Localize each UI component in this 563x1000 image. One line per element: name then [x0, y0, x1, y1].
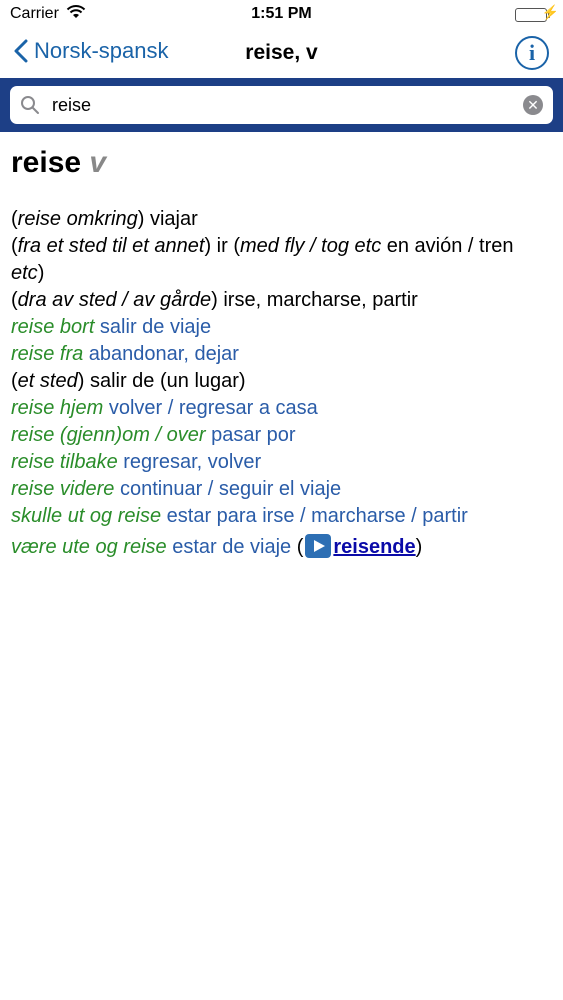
sense-line: (reise omkring) viajar: [11, 206, 552, 233]
sense-line: (et sted) salir de (un lugar): [11, 368, 552, 395]
sense-context: dra av sted / av gårde: [17, 289, 212, 311]
paren-open: (: [11, 289, 18, 311]
paren-open: (: [11, 208, 18, 230]
phrase-norwegian: reise tilbake: [11, 451, 118, 473]
charging-bolt-icon: ⚡: [541, 4, 559, 20]
phrase-spanish: volver / regresar a casa: [103, 397, 318, 419]
sense-translation: ir (: [211, 235, 241, 257]
phrase-norwegian: reise hjem: [11, 397, 104, 419]
paren-open: (: [11, 235, 18, 257]
entry-body: (reise omkring) viajar (fra et sted til …: [11, 206, 552, 561]
phrase-norwegian: skulle ut og reise: [11, 505, 162, 527]
navigation-bar: Norsk-spansk reise, v i: [0, 30, 563, 78]
paren-open: (: [291, 536, 304, 558]
phrase-norwegian: reise (gjenn)om / over: [11, 424, 206, 446]
sense-translation: en avión / tren: [381, 235, 514, 257]
phrase-spanish: regresar, volver: [117, 451, 262, 473]
clear-search-button[interactable]: ✕: [523, 95, 543, 115]
phrase-norwegian: være ute og reise: [11, 536, 167, 558]
sense-context: et sted: [17, 370, 78, 392]
phrase-line: være ute og reise estar de viaje ( reisen…: [11, 534, 552, 561]
sense-context: reise omkring: [17, 208, 138, 230]
headword: reise v: [11, 146, 552, 180]
phrase-spanish: salir de viaje: [94, 316, 212, 338]
phrase-norwegian: reise videre: [11, 478, 115, 500]
sense-line: (dra av sted / av gårde) irse, marcharse…: [11, 287, 552, 314]
part-of-speech: v: [89, 146, 107, 179]
cross-reference-link[interactable]: reisende: [333, 536, 415, 558]
dictionary-entry: reise v (reise omkring) viajar (fra et s…: [0, 132, 563, 561]
phrase-line: reise hjem volver / regresar a casa: [11, 395, 552, 422]
phrase-line: reise fra abandonar, dejar: [11, 341, 552, 368]
search-input[interactable]: [50, 93, 494, 117]
sense-line: (fra et sted til et annet) ir (med fly /…: [11, 233, 552, 287]
info-icon: i: [528, 40, 536, 65]
paren-close: ): [211, 289, 218, 311]
phrase-line: skulle ut og reise estar para irse / mar…: [11, 503, 552, 530]
phrase-spanish: pasar por: [205, 424, 296, 446]
paren-close: ): [415, 536, 423, 558]
headword-text: reise: [11, 146, 82, 179]
phrase-norwegian: reise bort: [11, 316, 95, 338]
phrase-line: reise (gjenn)om / over pasar por: [11, 422, 552, 449]
phrase-spanish: estar para irse / marcharse / partir: [161, 505, 468, 527]
phrase-line: reise videre continuar / seguir el viaje: [11, 476, 552, 503]
phrase-line: reise bort salir de viaje: [11, 314, 552, 341]
paren-open: (: [11, 370, 18, 392]
status-bar: Carrier 1:51 PM ⚡: [0, 0, 563, 30]
sense-context: etc: [11, 262, 38, 284]
page-title: reise, v: [245, 41, 318, 64]
search-field: ✕: [10, 86, 553, 124]
status-time: 1:51 PM: [251, 5, 312, 22]
sense-translation: ): [37, 262, 45, 284]
phrase-spanish: estar de viaje: [166, 536, 292, 558]
play-icon[interactable]: [305, 534, 332, 558]
sense-translation: salir de (un lugar): [84, 370, 246, 392]
info-button[interactable]: i: [515, 36, 549, 70]
phrase-norwegian: reise fra: [11, 343, 84, 365]
sense-context: med fly / tog etc: [240, 235, 382, 257]
sense-translation: viajar: [144, 208, 198, 230]
search-icon: [20, 95, 40, 120]
sense-context: fra et sted til et annet: [17, 235, 205, 257]
phrase-line: reise tilbake regresar, volver: [11, 449, 552, 476]
phrase-spanish: continuar / seguir el viaje: [114, 478, 342, 500]
search-bar: ✕: [0, 78, 563, 132]
sense-translation: irse, marcharse, partir: [217, 289, 418, 311]
phrase-spanish: abandonar, dejar: [83, 343, 239, 365]
